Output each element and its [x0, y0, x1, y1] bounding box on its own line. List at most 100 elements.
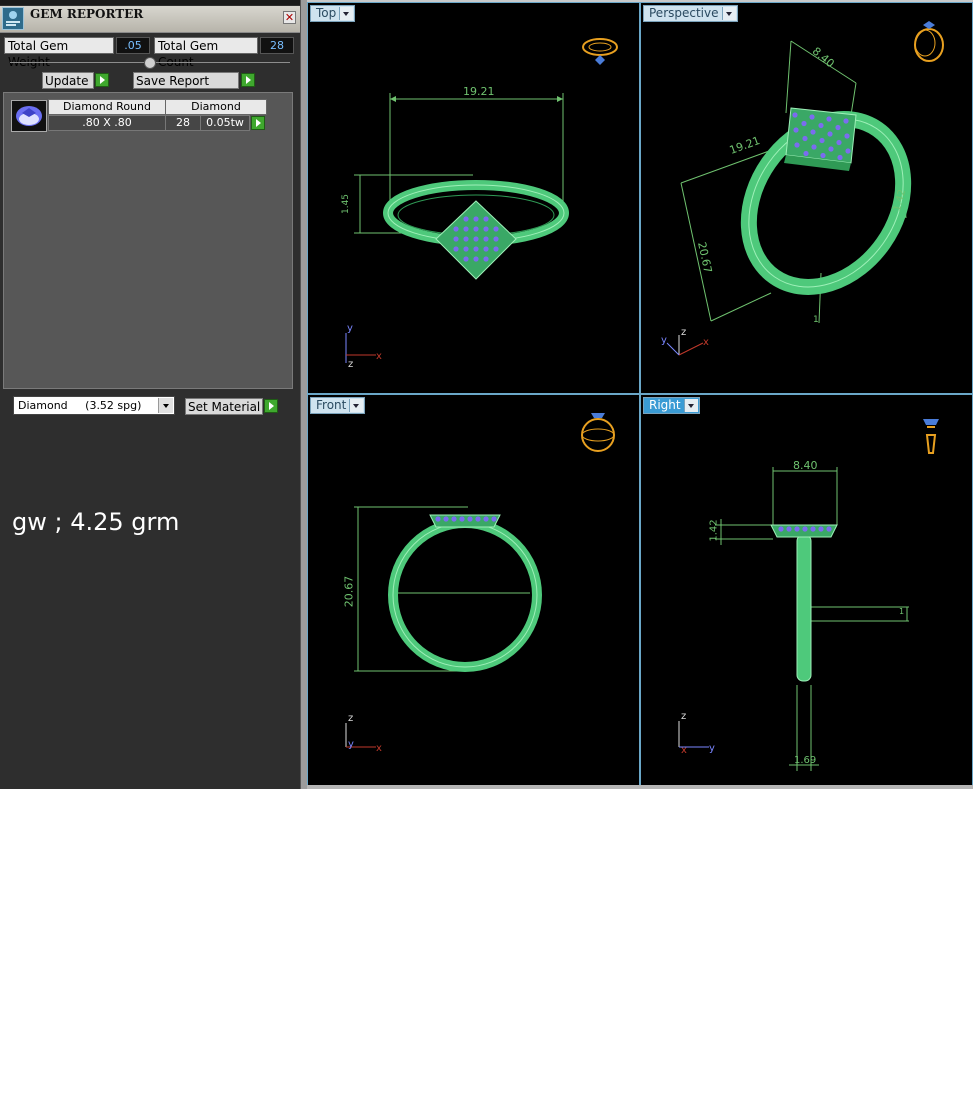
close-icon[interactable]: ✕: [283, 11, 296, 24]
panel-divider[interactable]: [300, 0, 307, 789]
viewport-top-label: Top: [316, 6, 337, 20]
gem-dot: [493, 226, 499, 232]
svg-text:z: z: [348, 713, 353, 724]
viewport-top[interactable]: y x z Top 19.21 1.45: [307, 2, 640, 394]
gem-row-play-icon[interactable]: [251, 116, 265, 130]
save-report-button[interactable]: Save Report: [133, 72, 239, 89]
gem-dot: [473, 246, 479, 252]
diamond-round-icon: [11, 100, 47, 132]
tab-perspective[interactable]: Perspective: [643, 5, 738, 22]
total-gem-count-label: Total Gem Count: [154, 37, 258, 69]
gem-dot: [483, 256, 489, 262]
save-report-play-icon[interactable]: [241, 73, 255, 87]
gem-dot: [463, 246, 469, 252]
gem-size-cell[interactable]: .80 X .80: [48, 115, 166, 131]
gem-dot: [835, 124, 841, 131]
top-dim-height: 1.45: [341, 193, 352, 215]
gem-dot: [491, 516, 497, 522]
viewport-bottom-strip: [307, 785, 973, 789]
viewport-perspective-label: Perspective: [649, 6, 719, 20]
gem-dot: [475, 516, 481, 522]
panel-splitter-handle[interactable]: [144, 57, 156, 69]
gem-dot: [793, 127, 799, 133]
gem-weight-cell[interactable]: 0.05tw: [200, 115, 250, 131]
right-dim-8-40: 8.40: [793, 459, 818, 472]
gem-dot: [786, 526, 792, 532]
material-select[interactable]: Diamond (3.52 spg): [13, 396, 175, 415]
gem-dot: [826, 116, 832, 122]
svg-text:x: x: [376, 351, 382, 362]
viewport-perspective[interactable]: z x y Perspective 8.40 19.21 20.67 1.42 …: [640, 2, 973, 394]
viewport-right-label: Right: [649, 398, 681, 412]
gem-dot: [483, 516, 489, 522]
gem-dot: [844, 133, 850, 139]
gem-dot: [463, 226, 469, 232]
gem-dot: [818, 526, 824, 532]
viewport-front[interactable]: z y x Front 20.67: [307, 394, 640, 786]
gem-dot: [803, 150, 809, 157]
panel-top-strip: [0, 0, 300, 5]
gem-dot: [473, 226, 479, 232]
material-select-value: Diamond (3.52 spg): [18, 399, 142, 412]
gem-dot: [801, 120, 807, 127]
gem-dot: [827, 131, 833, 137]
gem-dot: [819, 137, 825, 144]
right-dim-1-42: 1.42: [708, 519, 720, 542]
gem-dot: [467, 516, 473, 522]
gem-dot: [818, 122, 824, 129]
gem-dot: [810, 129, 816, 135]
total-gem-weight-value: .05: [116, 37, 150, 54]
tab-front[interactable]: Front: [310, 397, 366, 414]
gem-dot: [483, 236, 489, 242]
chevron-down-icon[interactable]: [349, 399, 364, 412]
chevron-down-icon[interactable]: [721, 7, 736, 20]
tab-right[interactable]: Right: [643, 397, 700, 414]
svg-text:x: x: [376, 743, 382, 754]
svg-text:y: y: [348, 739, 354, 750]
chevron-down-icon[interactable]: [158, 398, 173, 413]
svg-text:z: z: [348, 359, 353, 370]
gem-dot: [802, 526, 808, 532]
total-gem-weight-label: Total Gem Weight: [4, 37, 114, 69]
persp-dim-1: 1: [813, 315, 819, 325]
set-material-button[interactable]: Set Material: [185, 398, 263, 415]
gem-dot: [794, 142, 800, 148]
right-dim-1-69: 1.69: [794, 755, 817, 766]
svg-text:x: x: [703, 337, 709, 348]
gem-dot: [463, 256, 469, 262]
gem-dot: [828, 146, 834, 152]
gem-dot: [826, 526, 832, 532]
gem-reporter-panel: GEM REPORTER ✕ Total Gem Weight .05 Tota…: [0, 0, 300, 789]
svg-text:y: y: [709, 743, 715, 754]
gem-dot: [820, 152, 826, 159]
gem-dot: [794, 526, 800, 532]
app-window: GEM REPORTER ✕ Total Gem Weight .05 Tota…: [0, 0, 973, 789]
gem-shape-cell[interactable]: Diamond Round: [48, 99, 166, 115]
gem-dot: [810, 526, 816, 532]
gem-dot: [463, 216, 469, 222]
gem-dot: [459, 516, 465, 522]
viewport-right[interactable]: z x y Right 8.40 1.42 1.69 1: [640, 394, 973, 786]
svg-text:z: z: [681, 327, 686, 338]
tab-top[interactable]: Top: [310, 5, 356, 22]
panel-title: GEM REPORTER: [30, 7, 144, 21]
gem-dot: [493, 236, 499, 242]
gem-reporter-titlebar[interactable]: GEM REPORTER ✕: [0, 6, 300, 33]
gem-dot: [802, 135, 808, 142]
gem-dot: [451, 516, 457, 522]
gem-dot: [493, 246, 499, 252]
chevron-down-icon[interactable]: [683, 399, 698, 412]
gross-weight-note: gw ; 4.25 grm: [12, 508, 180, 536]
gem-dot: [483, 226, 489, 232]
gem-material-cell[interactable]: Diamond: [165, 99, 267, 115]
gem-dot: [809, 114, 815, 120]
svg-text:z: z: [681, 711, 686, 722]
gem-count-cell[interactable]: 28: [165, 115, 201, 131]
gem-reporter-app-icon: [2, 7, 24, 30]
svg-text:y: y: [347, 323, 353, 334]
update-play-icon[interactable]: [95, 73, 109, 87]
top-dim-width: 19.21: [463, 85, 495, 98]
set-material-play-icon[interactable]: [264, 399, 278, 413]
update-button[interactable]: Update: [42, 72, 94, 89]
chevron-down-icon[interactable]: [339, 7, 354, 20]
